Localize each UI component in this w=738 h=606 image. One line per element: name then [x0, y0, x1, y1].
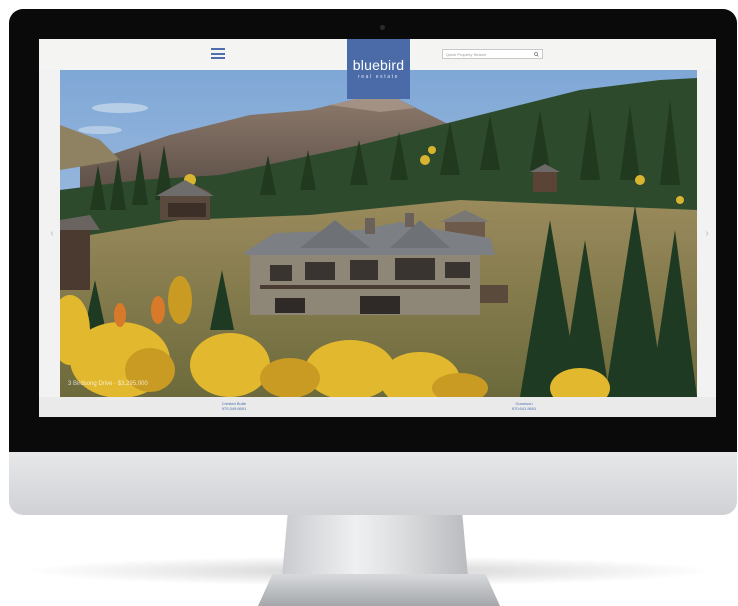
listing-caption: 3 Birdsong Drive · $3,295,000: [68, 381, 148, 387]
hero-slideshow[interactable]: 3 Birdsong Drive · $3,295,000: [60, 70, 697, 397]
office-phone[interactable]: 970.349.6691: [204, 406, 264, 411]
monitor-stand-neck: [282, 515, 468, 577]
office-phone[interactable]: 970.641.9691: [494, 406, 554, 411]
chevron-right-icon[interactable]: ›: [702, 229, 712, 239]
office-gunnison[interactable]: Gunnison 970.641.9691: [494, 401, 554, 411]
property-search-input[interactable]: [446, 50, 532, 58]
logo-name: bluebird: [352, 57, 405, 73]
hero-photo-mountain-home: [60, 70, 697, 397]
site-logo[interactable]: bluebird real estate: [347, 39, 410, 99]
monitor-stand-base: [258, 574, 500, 606]
logo-tagline: real estate: [358, 74, 399, 80]
browser-screen: bluebird real estate: [39, 39, 716, 417]
monitor-chin: [9, 452, 737, 515]
hamburger-menu-icon[interactable]: [211, 48, 225, 59]
property-search[interactable]: [442, 49, 543, 59]
search-icon[interactable]: [534, 51, 539, 57]
office-footer: Crested Butte 970.349.6691 Gunnison 970.…: [39, 397, 716, 417]
office-crested-butte[interactable]: Crested Butte 970.349.6691: [204, 401, 264, 411]
camera-icon: [380, 25, 385, 30]
chevron-left-icon[interactable]: ‹: [47, 229, 57, 239]
